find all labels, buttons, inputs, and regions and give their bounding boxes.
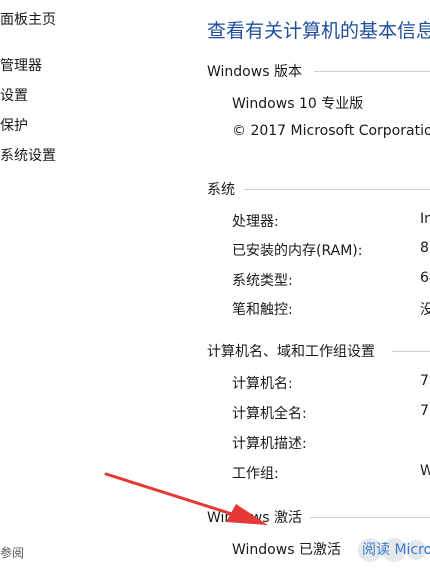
computer-row-value: 7 (420, 373, 429, 389)
computer-row-label: 计算机全名: (232, 406, 307, 422)
system-row-value: 没 (420, 302, 430, 318)
system-row-value: 8 (420, 240, 429, 256)
main-content: 查看有关计算机的基本信息 Windows 版本 Windows 10 专业版 ©… (0, 0, 430, 570)
windows-edition-name: Windows 10 专业版 (232, 96, 364, 112)
system-row-label: 笔和触控: (232, 302, 293, 318)
section-header-windows-edition: Windows 版本 (207, 64, 302, 80)
page-title: 查看有关计算机的基本信息 (207, 20, 430, 42)
section-header-windows-activation: Windows 激活 (207, 510, 302, 526)
system-row-value: 64 (420, 270, 430, 286)
section-header-computer-name: 计算机名、域和工作组设置 (207, 344, 375, 360)
computer-row-value: 7 (420, 403, 429, 419)
system-row-label: 处理器: (232, 214, 279, 230)
computer-row-label: 计算机描述: (232, 436, 307, 452)
computer-row-value: W (420, 463, 430, 479)
computer-row-label: 工作组: (232, 466, 279, 482)
system-row-value: In (420, 211, 430, 227)
section-divider (314, 71, 430, 72)
activation-status: Windows 已激活 (232, 542, 341, 558)
system-row-label: 系统类型: (232, 273, 293, 289)
section-divider (392, 351, 430, 352)
watermark-icon (358, 538, 426, 562)
windows-copyright: © 2017 Microsoft Corporation (232, 123, 430, 139)
section-header-system: 系统 (207, 182, 235, 198)
section-divider (310, 517, 430, 518)
system-row-label: 已安装的内存(RAM): (232, 243, 363, 259)
section-divider (244, 189, 430, 190)
computer-row-label: 计算机名: (232, 376, 293, 392)
